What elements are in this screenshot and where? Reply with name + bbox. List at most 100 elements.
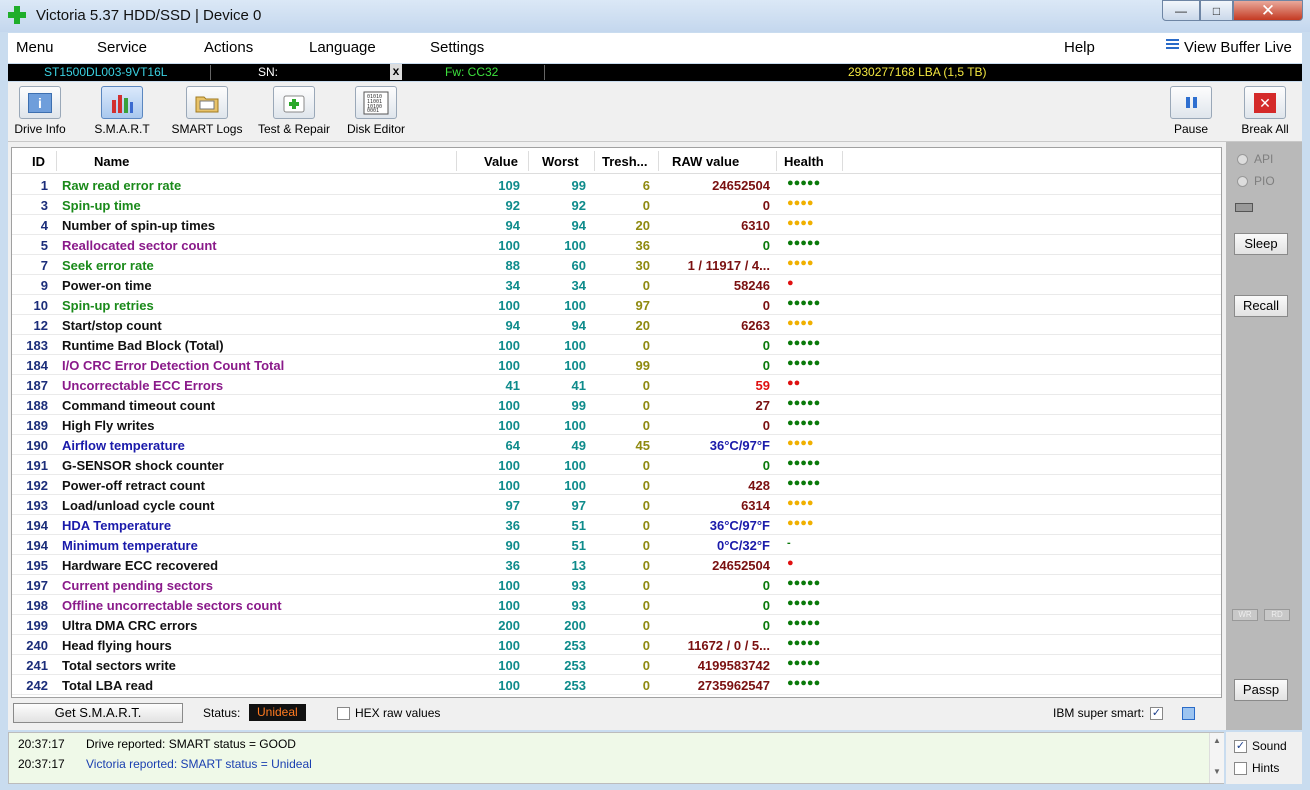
menu-menu[interactable]: Menu [16,39,54,56]
maximize-button[interactable]: □ [1200,0,1233,21]
status-label: Status: [203,706,241,720]
table-row[interactable]: 193 Load/unload cycle count 97 97 0 6314 ●●●● [12,495,1221,515]
smart-attr-value: 41 [505,378,520,393]
table-row[interactable]: 9 Power-on time 34 34 0 58246 ● [12,275,1221,295]
smart-attr-value: 88 [505,258,520,273]
smart-attr-worst: 100 [564,338,586,353]
api-radio[interactable] [1237,154,1248,165]
smart-attr-threshold: 0 [642,598,650,613]
smart-attr-name: High Fly writes [62,418,155,433]
test-repair-button[interactable]: Test & Repair [252,86,336,136]
table-row[interactable]: 192 Power-off retract count 100 100 0 428 ●●●●… [12,475,1221,495]
table-row[interactable]: 5 Reallocated sector count 100 100 36 0 ●●●●● [12,235,1221,255]
table-row[interactable]: 10 Spin-up retries 100 100 97 0 ●●●●● [12,295,1221,315]
smart-attr-worst: 100 [564,298,586,313]
smart-attr-health: ●●●●● [787,637,821,649]
scroll-down-icon[interactable]: ▼ [1210,767,1224,776]
passp-button[interactable]: Passp [1234,679,1288,701]
table-row[interactable]: 7 Seek error rate 88 60 30 1 / 11917 / 4... ●●… [12,255,1221,275]
table-row[interactable]: 188 Command timeout count 100 99 0 27 ●●●●● [12,395,1221,415]
sound-checkbox[interactable]: ✓ [1234,740,1247,753]
table-row[interactable]: 241 Total sectors write 100 253 0 4199583742 ●… [12,655,1221,675]
hex-raw-checkbox[interactable] [337,707,350,720]
table-row[interactable]: 189 High Fly writes 100 100 0 0 ●●●●● [12,415,1221,435]
scroll-up-icon[interactable]: ▲ [1210,736,1224,745]
smart-attr-name: Start/stop count [62,318,162,333]
hints-checkbox[interactable] [1234,762,1247,775]
smart-attr-raw: 36°C/97°F [709,518,770,533]
col-worst[interactable]: Worst [542,154,579,169]
smart-attr-threshold: 36 [635,238,650,253]
table-row[interactable]: 4 Number of spin-up times 94 94 20 6310 ●●●● [12,215,1221,235]
recall-button[interactable]: Recall [1234,295,1288,317]
table-row[interactable]: 183 Runtime Bad Block (Total) 100 100 0 0 ●●●●… [12,335,1221,355]
smart-button[interactable]: S.M.A.R.T [92,86,152,136]
break-all-button[interactable]: ✕ Break All [1240,86,1290,136]
smart-status-row: Get S.M.A.R.T. Status: Unideal HEX raw v… [11,702,1222,726]
close-button[interactable]: ✕ [1233,0,1303,21]
smart-attr-id: 241 [26,658,48,673]
menu-settings[interactable]: Settings [430,39,484,56]
table-row[interactable]: 187 Uncorrectable ECC Errors 41 41 0 59 ●● [12,375,1221,395]
table-row[interactable]: 195 Hardware ECC recovered 36 13 0 24652504 ● [12,555,1221,575]
ibm-super-smart-checkbox[interactable]: ✓ [1150,707,1163,720]
side-panel: API PIO Sleep Recall WR RD Passp [1226,142,1302,730]
table-row[interactable]: 240 Head flying hours 100 253 0 11672 / 0 / 5… [12,635,1221,655]
toolbar: i Drive Info S.M.A.R.T SMART Logs Test &… [8,82,1302,142]
smart-attr-raw: 6314 [741,498,770,513]
smart-attr-health: ●●●● [787,197,814,209]
smart-attr-raw: 58246 [733,278,770,293]
pio-radio[interactable] [1237,176,1248,187]
menu-help[interactable]: Help [1064,39,1095,56]
col-health[interactable]: Health [784,154,824,169]
smart-attr-raw: 0 [762,338,770,353]
menu-actions[interactable]: Actions [204,39,253,56]
table-row[interactable]: 242 Total LBA read 100 253 0 2735962547 ●●●●● [12,675,1221,695]
smart-attr-worst: 93 [571,598,586,613]
col-name[interactable]: Name [94,154,129,169]
smart-attr-name: Seek error rate [62,258,154,273]
minimize-button[interactable]: — [1162,0,1200,21]
api-label: API [1254,152,1274,166]
smart-attr-raw: 0 [762,598,770,613]
menu-language[interactable]: Language [309,39,376,56]
col-tresh[interactable]: Tresh... [602,154,648,169]
smart-attr-id: 9 [40,278,48,293]
table-row[interactable]: 194 HDA Temperature 36 51 0 36°C/97°F ●●●● [12,515,1221,535]
table-row[interactable]: 191 G-SENSOR shock counter 100 100 0 0 ●●●●● [12,455,1221,475]
table-row[interactable]: 194 Minimum temperature 90 51 0 0°C/32°F - [12,535,1221,555]
table-row[interactable]: 12 Start/stop count 94 94 20 6263 ●●●● [12,315,1221,335]
sleep-button[interactable]: Sleep [1234,233,1288,255]
smart-attr-id: 193 [26,498,48,513]
first-aid-icon [273,86,315,119]
smart-attr-raw: 27 [755,398,770,413]
smart-attr-value: 100 [498,358,520,373]
smart-attr-health: ●●●● [787,437,814,449]
table-row[interactable]: 197 Current pending sectors 100 93 0 0 ●●●●● [12,575,1221,595]
smart-attr-worst: 99 [571,178,586,193]
serial-clear-button[interactable]: x [390,64,402,80]
table-row[interactable]: 190 Airflow temperature 64 49 45 36°C/97°F ●●●… [12,435,1221,455]
drive-info-button[interactable]: i Drive Info [10,86,70,136]
disk-editor-button[interactable]: 01010 11001 10100 0001 Disk Editor [342,86,410,136]
smart-attr-id: 242 [26,678,48,693]
col-raw[interactable]: RAW value [672,154,739,169]
table-row[interactable]: 198 Offline uncorrectable sectors count 10… [12,595,1221,615]
view-buffer-live-button[interactable]: View Buffer Live [1184,39,1292,56]
menu-service[interactable]: Service [97,39,147,56]
get-smart-button[interactable]: Get S.M.A.R.T. [13,703,183,723]
color-indicator-icon[interactable] [1182,707,1195,720]
smart-attr-health: ●●●●● [787,337,821,349]
table-row[interactable]: 184 I/O CRC Error Detection Count Total 10… [12,355,1221,375]
smart-attr-raw: 24652504 [712,558,770,573]
smart-attr-name: Minimum temperature [62,538,198,553]
table-row[interactable]: 199 Ultra DMA CRC errors 200 200 0 0 ●●●●● [12,615,1221,635]
smart-attr-raw: 4199583742 [697,658,770,673]
table-row[interactable]: 1 Raw read error rate 109 99 6 24652504 ●●●●● [12,175,1221,195]
col-id[interactable]: ID [32,154,45,169]
pause-button[interactable]: Pause [1168,86,1214,136]
table-row[interactable]: 3 Spin-up time 92 92 0 0 ●●●● [12,195,1221,215]
log-scrollbar[interactable]: ▲ ▼ [1209,733,1224,783]
col-value[interactable]: Value [484,154,518,169]
smart-logs-button[interactable]: SMART Logs [168,86,246,136]
